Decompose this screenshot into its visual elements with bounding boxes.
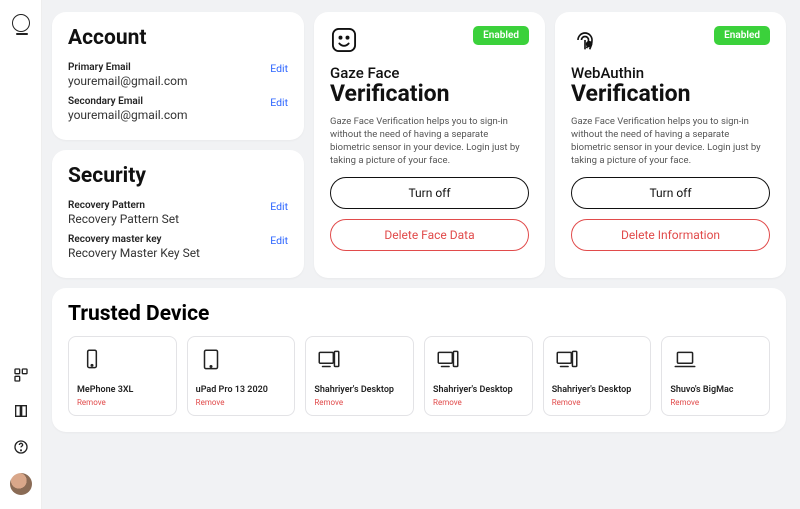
gaze-title-big: Verification	[330, 82, 529, 106]
remove-device-button[interactable]: Remove	[670, 398, 699, 407]
tablet-icon	[196, 347, 226, 377]
device-card: uPad Pro 13 2020 Remove	[187, 336, 296, 416]
edit-secondary-email-button[interactable]: Edit	[270, 96, 288, 109]
primary-email-value: youremail@gmail.com	[68, 74, 187, 88]
device-card: Shahriyer's Desktop Remove	[305, 336, 414, 416]
face-icon	[330, 26, 358, 54]
account-title: Account	[68, 26, 288, 50]
primary-email-label: Primary Email	[68, 62, 187, 73]
main-content: Account Primary Email youremail@gmail.co…	[42, 0, 800, 509]
device-name: Shahriyer's Desktop	[314, 385, 405, 395]
desktop-icon	[552, 347, 582, 377]
webauthn-turn-off-button[interactable]: Turn off	[571, 177, 770, 209]
remove-device-button[interactable]: Remove	[196, 398, 225, 407]
recovery-master-label: Recovery master key	[68, 234, 200, 245]
desktop-icon	[433, 347, 463, 377]
device-card: Shahriyer's Desktop Remove	[424, 336, 533, 416]
recovery-pattern-value: Recovery Pattern Set	[68, 212, 179, 226]
remove-device-button[interactable]: Remove	[433, 398, 462, 407]
webauthn-description: Gaze Face Verification helps you to sign…	[571, 116, 770, 167]
webauthn-verification-card: Enabled WebAuthin Verification Gaze Face…	[555, 12, 786, 278]
remove-device-button[interactable]: Remove	[552, 398, 581, 407]
device-card: Shuvo's BigMac Remove	[661, 336, 770, 416]
secondary-email-row: Secondary Email youremail@gmail.com Edit	[68, 92, 288, 126]
security-card: Security Recovery Pattern Recovery Patte…	[52, 150, 304, 278]
trusted-devices-card: Trusted Device MePhone 3XLRemoveuPad Pro…	[52, 288, 786, 432]
security-title: Security	[68, 164, 288, 188]
device-name: MePhone 3XL	[77, 385, 168, 395]
primary-email-row: Primary Email youremail@gmail.com Edit	[68, 58, 288, 92]
help-icon[interactable]	[13, 439, 29, 455]
sidebar	[0, 0, 42, 509]
recovery-master-row: Recovery master key Recovery Master Key …	[68, 230, 288, 264]
gaze-verification-card: Enabled Gaze Face Verification Gaze Face…	[314, 12, 545, 278]
device-name: Shahriyer's Desktop	[433, 385, 524, 395]
edit-primary-email-button[interactable]: Edit	[270, 62, 288, 75]
device-name: Shuvo's BigMac	[670, 385, 761, 395]
desktop-icon	[314, 347, 344, 377]
recovery-pattern-row: Recovery Pattern Recovery Pattern Set Ed…	[68, 196, 288, 230]
edit-recovery-pattern-button[interactable]: Edit	[270, 200, 288, 213]
gaze-description: Gaze Face Verification helps you to sign…	[330, 116, 529, 167]
secondary-email-value: youremail@gmail.com	[68, 108, 187, 122]
book-icon[interactable]	[13, 403, 29, 419]
device-card: MePhone 3XL Remove	[68, 336, 177, 416]
widget-icon[interactable]	[13, 367, 29, 383]
device-name: uPad Pro 13 2020	[196, 385, 287, 395]
trusted-title: Trusted Device	[68, 302, 770, 326]
logo-icon	[12, 14, 30, 32]
laptop-icon	[670, 347, 700, 377]
avatar[interactable]	[10, 473, 32, 495]
webauthn-title-big: Verification	[571, 82, 770, 106]
device-card: Shahriyer's Desktop Remove	[543, 336, 652, 416]
edit-recovery-master-button[interactable]: Edit	[270, 234, 288, 247]
fingerprint-icon	[571, 26, 599, 54]
recovery-pattern-label: Recovery Pattern	[68, 200, 179, 211]
gaze-turn-off-button[interactable]: Turn off	[330, 177, 529, 209]
recovery-master-value: Recovery Master Key Set	[68, 246, 200, 260]
remove-device-button[interactable]: Remove	[77, 398, 106, 407]
status-badge: Enabled	[714, 26, 770, 45]
device-name: Shahriyer's Desktop	[552, 385, 643, 395]
account-card: Account Primary Email youremail@gmail.co…	[52, 12, 304, 140]
phone-icon	[77, 347, 107, 377]
gaze-delete-button[interactable]: Delete Face Data	[330, 219, 529, 251]
status-badge: Enabled	[473, 26, 529, 45]
secondary-email-label: Secondary Email	[68, 96, 187, 107]
webauthn-delete-button[interactable]: Delete Information	[571, 219, 770, 251]
remove-device-button[interactable]: Remove	[314, 398, 343, 407]
